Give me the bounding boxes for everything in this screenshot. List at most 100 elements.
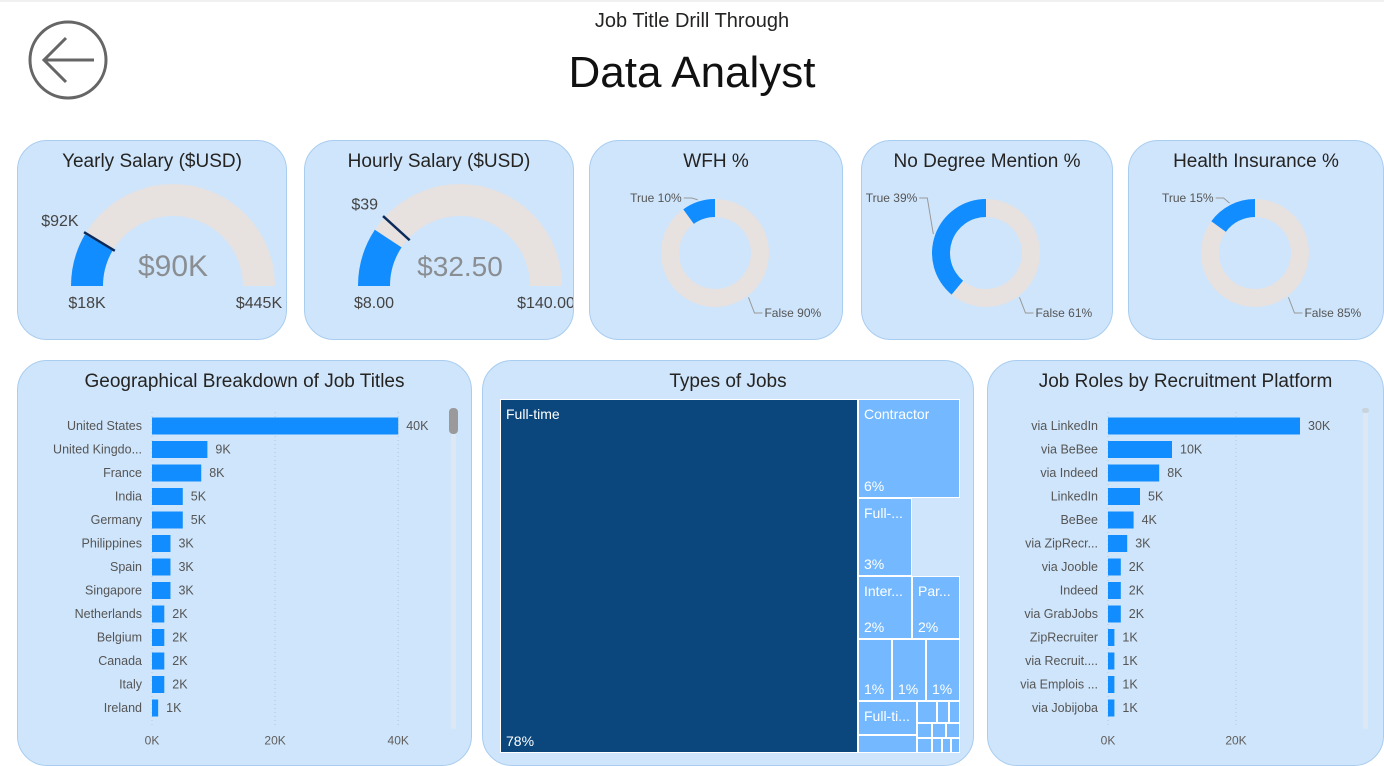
gauge-min-label: $18K <box>68 295 106 312</box>
bar <box>152 582 171 599</box>
treemap-small-tile[interactable] <box>949 701 960 723</box>
data-label: 2K <box>1129 584 1145 598</box>
scrollbar-track[interactable] <box>1363 409 1368 729</box>
job-types-treemap: Full-time 78% Contractor 6% Full-... 3% Inter.… <box>500 399 960 753</box>
treemap-tile-percent: 78% <box>506 733 535 749</box>
treemap-small-tile[interactable] <box>917 738 932 753</box>
treemap-tile-percent: 3% <box>864 556 885 572</box>
treemap-tile-percent: 1% <box>864 681 885 697</box>
bar <box>152 441 208 458</box>
treemap-tile-name: Full-ti... <box>864 708 910 724</box>
treemap-tile-name: Par... <box>918 583 951 599</box>
treemap-tile[interactable]: 1% <box>892 639 926 701</box>
treemap-small-tile[interactable] <box>932 723 946 738</box>
bar <box>1108 699 1115 717</box>
treemap-tile[interactable]: Full-ti... <box>858 701 917 735</box>
donut-true-label: True 10% <box>630 191 682 205</box>
bar <box>152 511 183 529</box>
treemap-tile[interactable]: 1% <box>858 639 892 701</box>
yearly-salary-card[interactable]: Yearly Salary ($USD) $90K $18K $445K $92… <box>17 140 287 340</box>
treemap-tile[interactable]: Full-... 3% <box>858 498 912 576</box>
data-label: 3K <box>178 537 194 551</box>
donut-chart: True 10% False 90% <box>630 191 821 320</box>
treemap-tile[interactable]: Inter... 2% <box>858 576 912 639</box>
category-label: United Kingdo... <box>53 443 142 457</box>
treemap-small-tile[interactable] <box>942 738 951 753</box>
treemap-tile-name: Inter... <box>864 583 903 599</box>
scrollbar-thumb[interactable] <box>449 408 458 434</box>
no-degree-card[interactable]: No Degree Mention % True 39% False 61% <box>861 140 1113 340</box>
category-label: Singapore <box>85 584 142 598</box>
false-leader-line <box>1288 297 1303 314</box>
gauge-target-label: $39 <box>351 196 378 213</box>
donut-true-slice <box>932 199 986 295</box>
category-label: via Indeed <box>1040 466 1098 480</box>
category-label: Netherlands <box>75 607 142 621</box>
hourly-salary-card[interactable]: Hourly Salary ($USD) $32.50 $8.00 $140.0… <box>304 140 574 340</box>
data-label: 5K <box>191 513 207 527</box>
treemap-tile-percent: 1% <box>932 681 953 697</box>
types-of-jobs-card[interactable]: Types of Jobs Full-time 78% Contractor 6% Fu… <box>482 360 974 766</box>
treemap-tile[interactable]: Full-time 78% <box>500 399 858 753</box>
gauge-fill <box>357 229 402 287</box>
data-label: 1K <box>1122 701 1138 715</box>
wfh-card[interactable]: WFH % True 10% False 90% <box>589 140 843 340</box>
health-insurance-card[interactable]: Health Insurance % True 15% False 85% <box>1128 140 1384 340</box>
bar <box>1108 417 1300 435</box>
data-label: 8K <box>1167 466 1183 480</box>
data-label: 9K <box>215 443 231 457</box>
data-label: 2K <box>172 678 188 692</box>
page-subtitle: Job Title Drill Through <box>594 10 790 32</box>
category-label: via ZipRecr... <box>1025 537 1098 551</box>
gauge-fill <box>71 234 113 287</box>
category-label: via Jobijoba <box>1032 701 1098 715</box>
gauge-value: $32.50 <box>417 251 503 282</box>
donut-false-label: False 85% <box>1304 306 1361 320</box>
recruitment-platform-card[interactable]: Job Roles by Recruitment Platform 0K 20K v… <box>987 360 1384 766</box>
treemap-small-tile[interactable] <box>951 738 960 753</box>
x-tick-label: 40K <box>388 734 409 748</box>
data-label: 4K <box>1142 513 1158 527</box>
category-label: Ireland <box>104 701 142 715</box>
gauge-chart: $32.50 $8.00 $140.00 $39 <box>351 184 573 312</box>
category-label: France <box>103 466 142 480</box>
geographical-breakdown-card[interactable]: Geographical Breakdown of Job Titles 0K 2… <box>17 360 472 766</box>
data-label: 40K <box>406 419 429 433</box>
category-label: via GrabJobs <box>1024 607 1098 621</box>
category-label: Italy <box>119 678 143 692</box>
treemap-tile[interactable]: Contractor 6% <box>858 399 960 498</box>
bar <box>1108 511 1134 529</box>
scrollbar-thumb[interactable] <box>1362 408 1369 413</box>
data-label: 3K <box>178 560 194 574</box>
treemap-tile-percent: 2% <box>918 619 939 635</box>
bar <box>1108 558 1121 576</box>
data-label: 1K <box>166 701 182 715</box>
treemap-small-tile[interactable] <box>932 738 942 753</box>
x-tick-label: 20K <box>1225 734 1246 748</box>
bar <box>1108 464 1160 482</box>
bar <box>152 488 183 505</box>
bar <box>1108 535 1128 552</box>
category-label: Germany <box>91 513 143 527</box>
donut-chart: True 39% False 61% <box>866 191 1093 320</box>
category-label: Indeed <box>1060 584 1098 598</box>
treemap-small-tile[interactable] <box>946 723 960 738</box>
treemap-small-tile[interactable] <box>858 735 917 753</box>
donut-false-label: False 61% <box>1035 306 1092 320</box>
treemap-small-tile[interactable] <box>937 701 949 723</box>
gauge-target-label: $92K <box>41 213 79 230</box>
category-label: Spain <box>110 560 142 574</box>
treemap-tile[interactable]: 1% <box>926 639 960 701</box>
bar <box>152 629 165 646</box>
data-label: 2K <box>172 654 188 668</box>
category-label: via Jooble <box>1042 560 1098 574</box>
bar <box>152 605 165 623</box>
donut-true-label: True 39% <box>866 191 918 205</box>
treemap-tile[interactable]: Par... 2% <box>912 576 960 639</box>
treemap-small-tile[interactable] <box>917 723 932 738</box>
category-label: via Emplois ... <box>1020 678 1098 692</box>
bar <box>152 699 159 717</box>
page-title: Data Analyst <box>568 48 816 97</box>
scrollbar-track[interactable] <box>451 409 456 729</box>
treemap-small-tile[interactable] <box>917 701 937 723</box>
